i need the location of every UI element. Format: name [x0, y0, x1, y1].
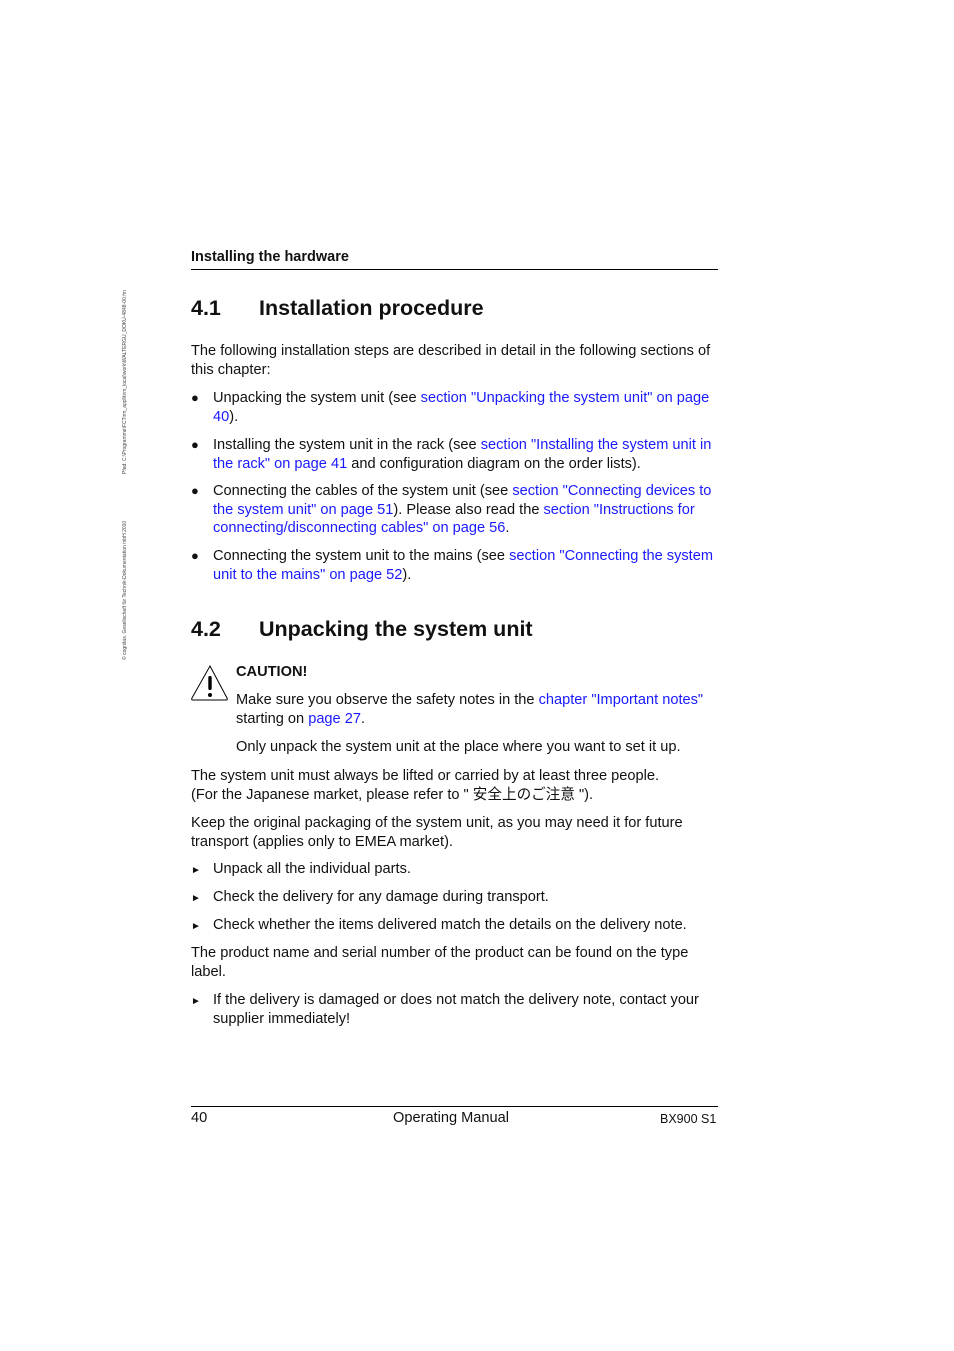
step-text-part: Connecting the system unit to the mains …	[213, 548, 510, 564]
step-text: Check whether the items delivered match …	[213, 917, 687, 933]
section-number: 4.2	[191, 617, 221, 641]
step-item: ► Check the delivery for any damage duri…	[191, 888, 721, 907]
caution-text: Make sure you observe the safety notes i…	[236, 691, 726, 728]
step-text-part: ).	[402, 566, 412, 583]
section-number: 4.1	[191, 296, 221, 320]
caution-warning-icon	[191, 664, 228, 701]
bullet-icon: ●	[191, 390, 199, 405]
section-4-1-heading: 4.1 Installation procedure	[191, 296, 484, 321]
step-text-part: and configuration diagram on the order l…	[347, 455, 641, 472]
arrow-icon: ►	[191, 996, 201, 1007]
step-text-part: Unpacking the system unit (see	[213, 390, 421, 406]
link-important-notes[interactable]: chapter "Important notes"	[539, 692, 704, 708]
section-title: Installation procedure	[259, 296, 484, 320]
installation-step-item: ● Installing the system unit in the rack …	[191, 436, 721, 473]
caution-text-part: starting on	[236, 710, 309, 727]
footer-rule	[191, 1106, 718, 1107]
section-title: Unpacking the system unit	[259, 617, 533, 641]
packaging-paragraph: Keep the original packaging of the syste…	[191, 815, 683, 850]
copyright-note: © cognitas. Gesellschaft für Technik-Dok…	[122, 520, 128, 660]
manual-title: Operating Manual	[393, 1110, 510, 1126]
step-text: Connecting the cables of the system unit…	[213, 482, 721, 538]
step-item: ► Unpack all the individual parts.	[191, 860, 721, 879]
step-text-part: Connecting the cables of the system unit…	[213, 483, 513, 499]
page-number: 40	[191, 1110, 208, 1126]
bullet-icon: ●	[191, 437, 199, 452]
step-text-part: ).	[229, 408, 239, 425]
product-name: BX900 S1	[660, 1112, 717, 1126]
step-text-part: .	[505, 520, 510, 537]
step-text: Connecting the system unit to the mains …	[213, 547, 721, 584]
running-header: Installing the hardware	[191, 249, 349, 265]
step-text-part: Installing the system unit in the rack (…	[213, 437, 481, 453]
section-4-2-heading: 4.2 Unpacking the system unit	[191, 617, 533, 642]
arrow-icon: ►	[191, 893, 201, 904]
caution-text-part: Make sure you observe the safety notes i…	[236, 692, 539, 708]
caution-note: Only unpack the system unit at the place…	[236, 739, 681, 755]
step-item: ► Check whether the items delivered matc…	[191, 916, 721, 935]
step-text: Unpacking the system unit (see section "…	[213, 389, 721, 426]
step-text-part: ). Please also read the	[393, 501, 544, 518]
installation-step-item: ● Unpacking the system unit (see section …	[191, 389, 721, 426]
bullet-icon: ●	[191, 483, 199, 498]
arrow-icon: ►	[191, 865, 201, 876]
step-item: ► If the delivery is damaged or does not…	[191, 991, 721, 1028]
lifting-line-2: (For the Japanese market, please refer t…	[191, 787, 594, 803]
type-label-paragraph: The product name and serial number of th…	[191, 945, 689, 980]
header-rule	[191, 269, 718, 270]
arrow-icon: ►	[191, 921, 201, 932]
file-path-note: Pfad: C:\Programme\FCTirm_appl\tirm_loca…	[122, 290, 128, 474]
intro-paragraph: The following installation steps are des…	[191, 343, 711, 378]
lifting-line-1: The system unit must always be lifted or…	[191, 768, 660, 784]
step-text: Installing the system unit in the rack (…	[213, 436, 721, 473]
link-page-27[interactable]: page 27	[308, 711, 361, 727]
step-text: If the delivery is damaged or does not m…	[213, 992, 699, 1027]
caution-label: CAUTION!	[236, 664, 308, 680]
installation-step-item: ● Connecting the system unit to the mains…	[191, 547, 721, 584]
step-text: Check the delivery for any damage during…	[213, 889, 549, 905]
caution-text-part: .	[360, 710, 366, 727]
step-text: Unpack all the individual parts.	[213, 861, 411, 877]
installation-step-item: ● Connecting the cables of the system uni…	[191, 482, 721, 538]
bullet-icon: ●	[191, 548, 199, 563]
